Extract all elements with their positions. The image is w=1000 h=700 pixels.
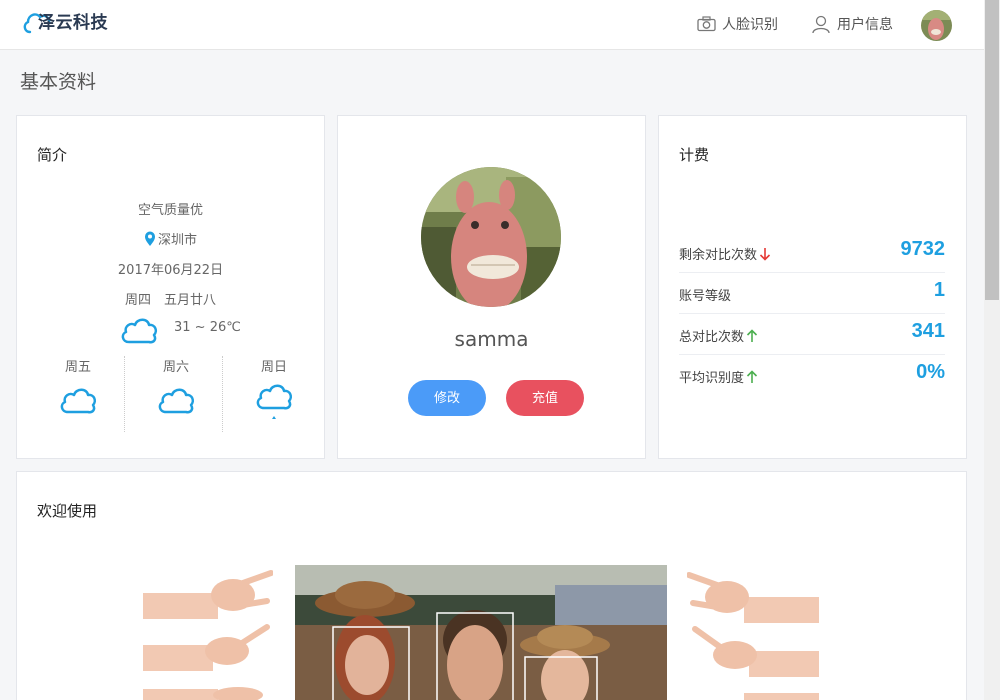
forecast-divider — [222, 356, 223, 432]
recharge-button[interactable]: 充值 — [506, 380, 584, 416]
billing-value: 0% — [916, 361, 945, 383]
scrollbar[interactable] — [984, 0, 1000, 700]
arrow-down-icon — [759, 247, 771, 261]
forecast-day-1: 周五 — [29, 356, 127, 432]
arrow-up-icon — [746, 328, 758, 342]
cloud-icon — [121, 318, 158, 344]
city-name: 深圳市 — [157, 233, 197, 248]
intro-card: 简介 空气质量优 深圳市 2017年06月22日 周四 五月廿八 31 ~ 26… — [16, 115, 325, 459]
billing-label: 账号等级 — [679, 289, 732, 304]
nav-face-recognition-label: 人脸识别 — [722, 17, 778, 33]
forecast-divider — [124, 356, 125, 432]
camera-icon — [697, 16, 716, 32]
edit-button[interactable]: 修改 — [408, 380, 486, 416]
billing-row-level: 账号等级 1 — [679, 273, 945, 314]
billing-row-remaining: 剩余对比次数 9732 — [679, 232, 945, 273]
weekday-lunar: 周四 五月廿八 — [124, 293, 216, 308]
forecast-day-2: 周六 — [127, 356, 225, 432]
page-title: 基本资料 — [20, 71, 97, 93]
billing-value: 1 — [933, 279, 945, 301]
forecast-day-label: 周日 — [260, 360, 287, 375]
billing-value: 9732 — [900, 238, 946, 260]
cloud-icon — [158, 388, 195, 414]
arrow-up-icon — [746, 369, 758, 383]
welcome-card-title: 欢迎使用 — [37, 502, 98, 520]
billing-label: 剩余对比次数 — [679, 248, 758, 263]
username: samma — [454, 327, 529, 351]
welcome-card: 欢迎使用 — [16, 471, 967, 700]
temperature: 31 ~ 26℃ — [174, 320, 241, 335]
billing-row-accuracy: 平均识别度 0% — [679, 355, 945, 396]
rain-cloud-icon — [256, 384, 293, 419]
billing-card-title: 计费 — [679, 146, 710, 164]
hands-right-image — [687, 565, 819, 700]
location-pin-icon — [144, 231, 155, 246]
nav-user-info[interactable]: 用户信息 — [811, 14, 893, 34]
billing-card: 计费 剩余对比次数 9732 账号等级 1 总对比次数 341 平均识别度 0% — [658, 115, 967, 459]
forecast-day-label: 周六 — [162, 360, 189, 375]
intro-card-title: 简介 — [37, 146, 68, 164]
billing-value: 341 — [911, 320, 945, 342]
forecast-day-3: 周日 — [225, 356, 323, 432]
face-recognition-photo — [295, 565, 667, 700]
cloud-icon — [60, 388, 97, 414]
nav-user-info-label: 用户信息 — [837, 17, 893, 33]
logo-text: 泽云科技 — [38, 13, 108, 33]
profile-avatar — [421, 167, 561, 307]
date: 2017年06月22日 — [117, 263, 224, 278]
profile-card: samma 修改 充值 — [337, 115, 646, 459]
top-bar: 泽云科技 人脸识别 用户信息 — [0, 0, 984, 50]
hands-left-image — [143, 565, 273, 700]
user-avatar[interactable] — [921, 10, 952, 41]
logo[interactable]: 泽云科技 — [22, 6, 108, 38]
scrollbar-thumb[interactable] — [985, 0, 999, 300]
forecast-day-label: 周五 — [64, 360, 91, 375]
user-icon — [812, 15, 830, 34]
air-quality: 空气质量优 — [137, 203, 203, 218]
nav-face-recognition[interactable]: 人脸识别 — [697, 14, 778, 34]
location: 深圳市 — [17, 229, 324, 248]
billing-label: 总对比次数 — [679, 330, 745, 345]
billing-row-total: 总对比次数 341 — [679, 314, 945, 355]
billing-label: 平均识别度 — [679, 371, 745, 386]
